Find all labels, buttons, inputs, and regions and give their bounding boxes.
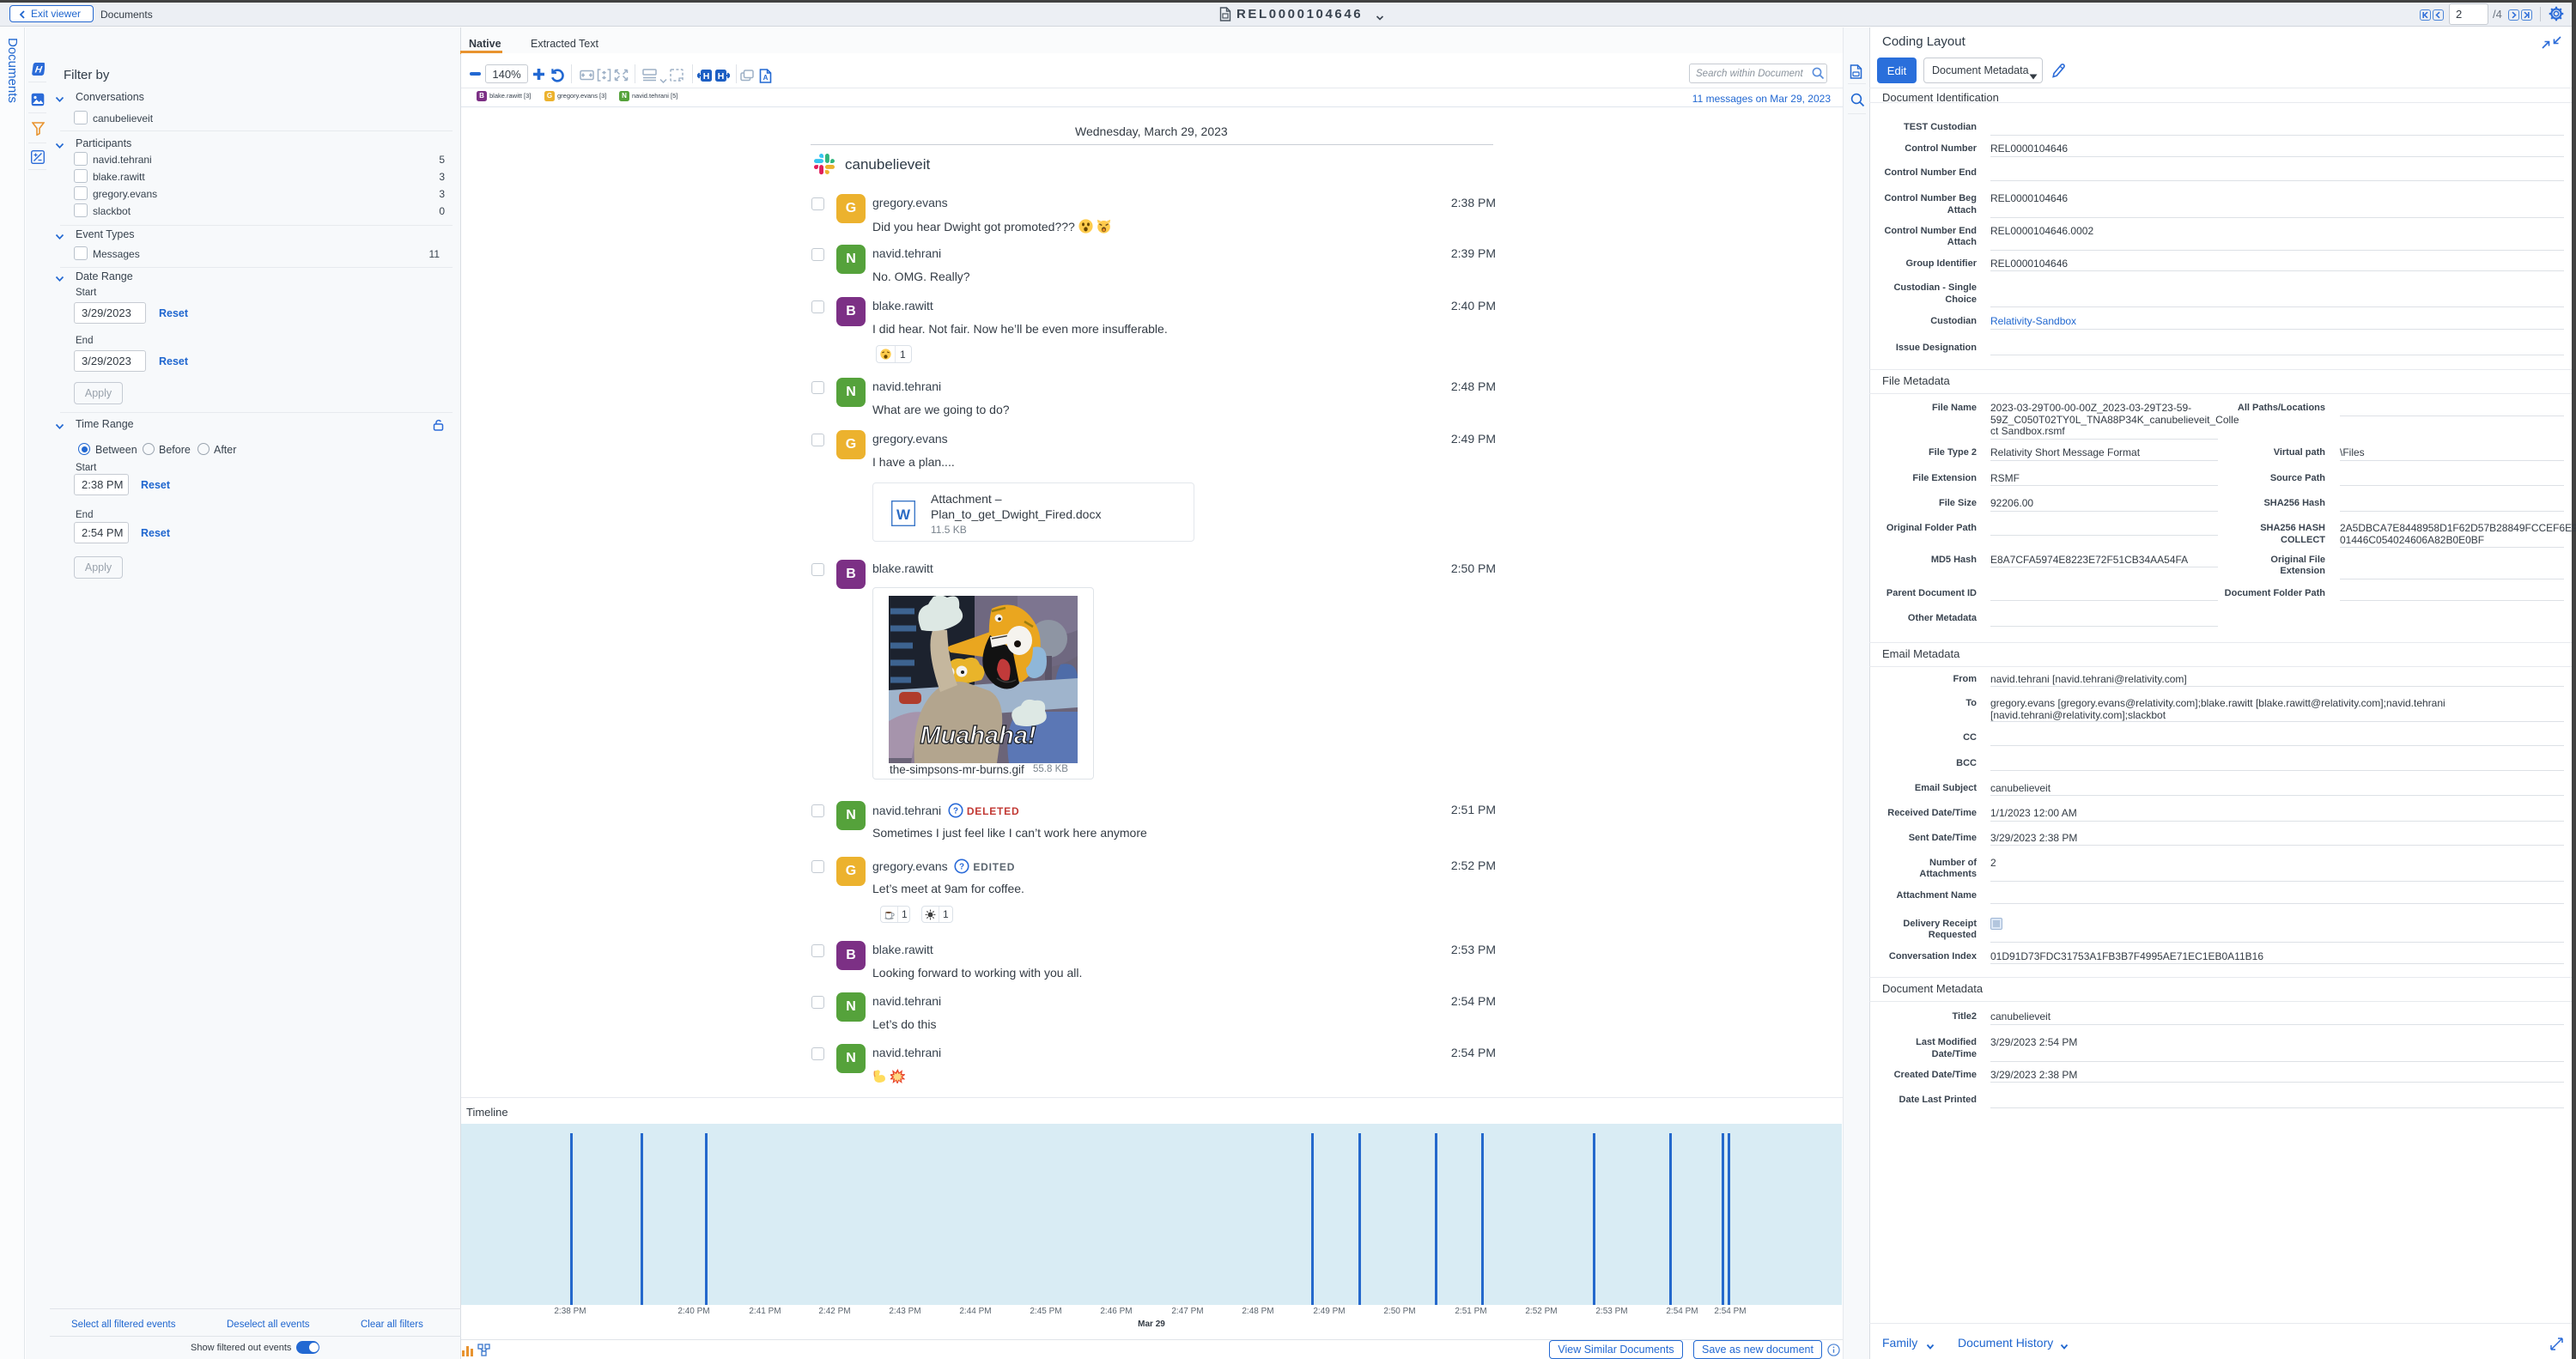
svg-text:H: H bbox=[703, 71, 710, 82]
svg-text:W: W bbox=[896, 507, 911, 523]
svg-text:H: H bbox=[718, 71, 725, 82]
svg-text:A: A bbox=[763, 74, 769, 82]
svg-text:Muahaha!: Muahaha! bbox=[920, 722, 1036, 749]
svg-text:?: ? bbox=[953, 807, 958, 816]
svg-text:?: ? bbox=[959, 863, 964, 872]
